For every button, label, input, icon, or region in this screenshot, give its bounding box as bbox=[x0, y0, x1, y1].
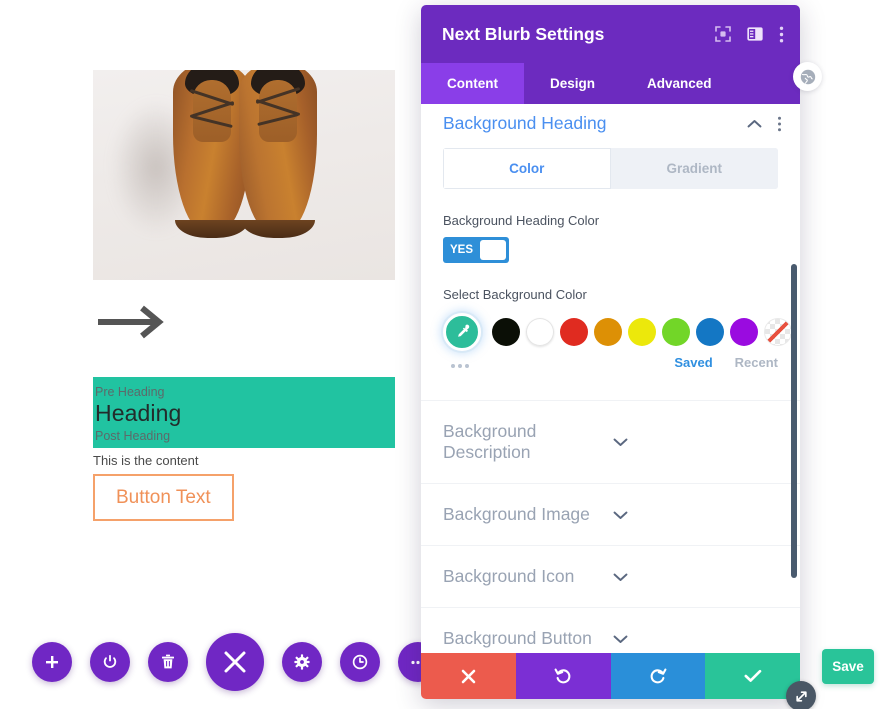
shoe-right bbox=[239, 70, 317, 238]
saved-colors-tab[interactable]: Saved bbox=[674, 355, 712, 370]
select-background-color-label: Select Background Color bbox=[443, 287, 587, 302]
gear-icon bbox=[294, 654, 310, 670]
swatch-orange[interactable] bbox=[594, 318, 622, 346]
settings-button[interactable] bbox=[282, 642, 322, 682]
swatch-black[interactable] bbox=[492, 318, 520, 346]
history-button[interactable] bbox=[340, 642, 380, 682]
close-x-icon bbox=[224, 651, 246, 673]
close-builder-button[interactable] bbox=[206, 633, 264, 691]
section-background-heading-header[interactable]: Background Heading bbox=[421, 104, 800, 148]
tab-content[interactable]: Content bbox=[421, 63, 524, 104]
modal-title: Next Blurb Settings bbox=[442, 23, 605, 44]
close-x-icon bbox=[461, 669, 476, 683]
save-button[interactable]: Save bbox=[822, 649, 874, 684]
tab-design[interactable]: Design bbox=[524, 63, 621, 104]
swatch-row-footer: Saved Recent bbox=[421, 355, 800, 370]
chevron-down-icon bbox=[613, 510, 783, 520]
blurb-cta-button[interactable]: Button Text bbox=[93, 474, 234, 521]
chevron-up-icon[interactable] bbox=[747, 119, 762, 129]
module-settings-modal: Next Blurb Settings Content Design Advan… bbox=[421, 5, 800, 699]
section-background-button[interactable]: Background Button bbox=[421, 607, 800, 653]
toggle-value: YES bbox=[450, 244, 474, 256]
color-swatch-row bbox=[443, 313, 800, 351]
page-preview-area: Pre Heading Heading Post Heading This is… bbox=[0, 0, 420, 709]
swatch-white[interactable] bbox=[526, 318, 554, 346]
redo-button[interactable] bbox=[610, 653, 706, 699]
section-label: Background Button bbox=[443, 628, 592, 648]
add-button[interactable] bbox=[32, 642, 72, 682]
eyedropper-swatch-selected[interactable] bbox=[443, 313, 481, 351]
heading-text: Heading bbox=[95, 400, 182, 426]
pre-heading-text: Pre Heading bbox=[95, 385, 165, 399]
swatch-yellow[interactable] bbox=[628, 318, 656, 346]
section-label: Background Image bbox=[443, 504, 590, 524]
section-title: Background Heading bbox=[443, 113, 607, 133]
layout-panel-icon[interactable] bbox=[747, 26, 763, 42]
trash-icon bbox=[162, 654, 174, 669]
recent-colors-tab[interactable]: Recent bbox=[735, 355, 778, 370]
blurb-image[interactable] bbox=[93, 70, 395, 280]
resize-diagonal-icon[interactable] bbox=[786, 681, 816, 709]
modal-body: Background Heading Color Gradient Backgr… bbox=[421, 104, 800, 653]
undo-icon bbox=[554, 668, 571, 684]
eyedropper-icon bbox=[458, 324, 470, 337]
background-heading-color-label: Background Heading Color bbox=[443, 213, 600, 228]
section-label: Background Icon bbox=[443, 566, 575, 586]
segment-color[interactable]: Color bbox=[443, 148, 611, 189]
modal-scrollbar-thumb[interactable] bbox=[791, 264, 797, 578]
more-colors-ellipsis-icon[interactable] bbox=[451, 363, 469, 368]
blurb-arrow bbox=[93, 300, 395, 355]
background-type-segmented-control: Color Gradient bbox=[443, 148, 778, 189]
undo-button[interactable] bbox=[515, 653, 611, 699]
section-kebab-menu-icon[interactable] bbox=[777, 116, 782, 132]
chevron-down-icon bbox=[613, 437, 783, 447]
chevron-down-icon bbox=[613, 634, 783, 644]
blurb-heading-block[interactable]: Pre Heading Heading Post Heading bbox=[93, 377, 395, 448]
swatch-red[interactable] bbox=[560, 318, 588, 346]
clock-icon bbox=[352, 654, 368, 670]
focus-frame-icon[interactable] bbox=[715, 26, 731, 42]
post-heading-text: Post Heading bbox=[95, 429, 171, 443]
toggle-knob bbox=[480, 240, 506, 260]
modal-tabs: Content Design Advanced bbox=[421, 63, 800, 104]
section-background-icon[interactable]: Background Icon bbox=[421, 545, 800, 607]
chevron-down-icon bbox=[613, 572, 783, 582]
kebab-menu-icon[interactable] bbox=[779, 26, 784, 43]
section-background-description[interactable]: Background Description bbox=[421, 400, 800, 483]
delete-button[interactable] bbox=[148, 642, 188, 682]
swatch-green[interactable] bbox=[662, 318, 690, 346]
redo-icon bbox=[650, 668, 667, 684]
modal-header: Next Blurb Settings bbox=[421, 5, 800, 63]
tab-advanced[interactable]: Advanced bbox=[621, 63, 738, 104]
swatch-transparent[interactable] bbox=[764, 318, 792, 346]
segment-gradient[interactable]: Gradient bbox=[610, 148, 778, 189]
power-icon bbox=[103, 655, 117, 668]
cancel-button[interactable] bbox=[421, 653, 516, 699]
arrow-right-icon bbox=[98, 305, 164, 339]
background-heading-color-toggle[interactable]: YES bbox=[443, 237, 509, 263]
builder-screen: Pre Heading Heading Post Heading This is… bbox=[0, 0, 880, 709]
swatch-purple[interactable] bbox=[730, 318, 758, 346]
blurb-content-text: This is the content bbox=[93, 453, 199, 468]
plus-icon bbox=[46, 656, 58, 668]
modal-footer bbox=[421, 653, 800, 699]
check-icon bbox=[744, 669, 761, 682]
section-label: Background Description bbox=[443, 421, 537, 462]
section-background-image[interactable]: Background Image bbox=[421, 483, 800, 545]
globe-icon[interactable] bbox=[793, 62, 822, 91]
swatch-blue[interactable] bbox=[696, 318, 724, 346]
builder-toolbar bbox=[32, 633, 438, 691]
power-button[interactable] bbox=[90, 642, 130, 682]
